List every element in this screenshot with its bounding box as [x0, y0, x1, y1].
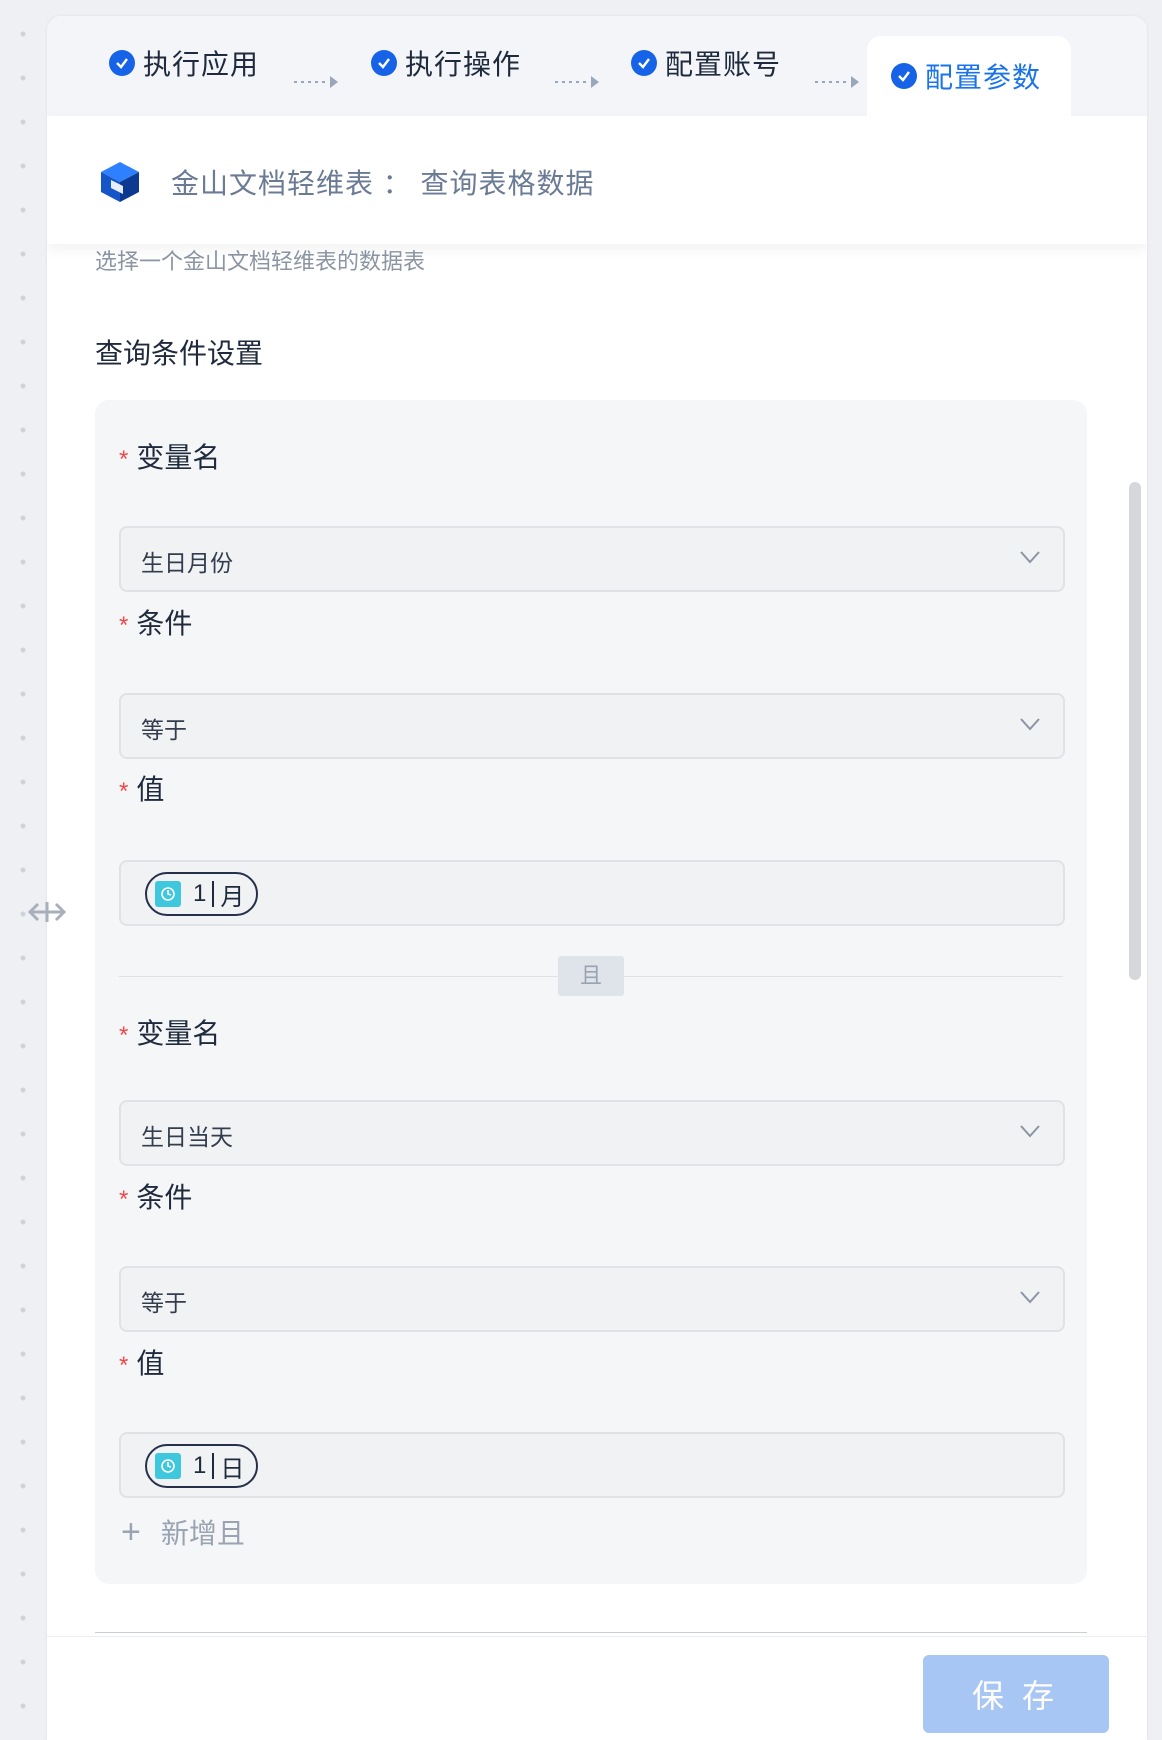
plus-icon: +: [121, 1512, 141, 1551]
conditions-box: * 变量名 生日月份 * 条件 等于 * 值 1 月 且 * 变量名 生日当天 …: [95, 400, 1087, 1584]
chevron-down-icon: [1020, 551, 1040, 564]
step-label: 执行应用: [143, 49, 260, 80]
step-label: 配置账号: [665, 49, 782, 80]
chevron-down-icon: [1020, 1291, 1040, 1304]
app-header: 金山文档轻维表 ： 查询表格数据: [47, 116, 1147, 244]
clock-icon: [155, 881, 181, 907]
check-circle-icon: [371, 50, 397, 76]
condition-select-value: 等于: [141, 1290, 187, 1316]
chevron-down-icon: [1020, 1125, 1040, 1138]
value-number: 1: [193, 880, 207, 907]
step-arrow-icon: [294, 76, 338, 88]
value-input[interactable]: 1 日: [119, 1432, 1065, 1498]
text-cursor: [212, 1453, 215, 1479]
app-action-title: 金山文档轻维表 ： 查询表格数据: [171, 168, 595, 199]
value-input[interactable]: 1 月: [119, 860, 1065, 926]
step-label: 配置参数: [925, 62, 1042, 93]
step-arrow-icon: [815, 76, 859, 88]
required-mark: *: [119, 1186, 129, 1213]
value-tag[interactable]: 1 日: [145, 1444, 259, 1488]
kdocs-app-logo-icon: [101, 162, 139, 202]
value-unit: 月: [220, 883, 245, 911]
variable-select-value: 生日月份: [141, 550, 233, 576]
check-circle-icon: [109, 50, 135, 76]
stepper: 执行应用 执行操作 配置账号 配置参数: [47, 16, 1147, 116]
value-unit: 日: [220, 1455, 245, 1483]
scrollbar-thumb[interactable]: [1129, 482, 1141, 980]
value-tag[interactable]: 1 月: [145, 872, 259, 916]
condition-label: * 条件: [119, 1182, 193, 1213]
table-description: 选择一个金山文档轻维表的数据表: [95, 249, 426, 274]
variable-select[interactable]: 生日当天: [119, 1100, 1065, 1166]
save-button[interactable]: 保存: [923, 1655, 1109, 1733]
section-separator: [95, 1632, 1087, 1633]
required-mark: *: [119, 612, 129, 639]
step-configure-params[interactable]: 配置参数: [867, 36, 1072, 116]
section-title: 查询条件设置: [95, 338, 264, 369]
variable-select[interactable]: 生日月份: [119, 526, 1065, 592]
chevron-down-icon: [1020, 718, 1040, 731]
footer-bar: 保存: [47, 1636, 1147, 1740]
condition-label: * 条件: [119, 608, 193, 639]
step-execute-action[interactable]: 执行操作: [371, 36, 521, 90]
check-circle-icon: [891, 63, 917, 89]
variable-select-value: 生日当天: [141, 1124, 233, 1150]
and-badge: 且: [558, 956, 624, 996]
clock-icon: [155, 1453, 181, 1479]
required-mark: *: [119, 778, 129, 805]
text-cursor: [212, 881, 215, 907]
check-circle-icon: [631, 50, 657, 76]
condition-select-value: 等于: [141, 717, 187, 743]
value-label: * 值: [119, 774, 165, 805]
step-label: 执行操作: [405, 49, 522, 80]
step-arrow-icon: [555, 76, 599, 88]
condition-select[interactable]: 等于: [119, 1266, 1065, 1332]
add-and-label: 新增且: [160, 1518, 245, 1549]
variable-label: * 变量名: [119, 1018, 221, 1049]
resize-handle-icon[interactable]: [26, 898, 68, 926]
step-execute-app[interactable]: 执行应用: [109, 36, 259, 90]
required-mark: *: [119, 1022, 129, 1049]
value-label: * 值: [119, 1348, 165, 1379]
step-configure-account[interactable]: 配置账号: [631, 36, 781, 90]
required-mark: *: [119, 446, 129, 473]
add-and-condition-button[interactable]: + 新增且: [121, 1512, 245, 1552]
variable-label: * 变量名: [119, 442, 221, 473]
canvas-dot-grid: [0, 0, 46, 1740]
condition-select[interactable]: 等于: [119, 693, 1065, 759]
value-number: 1: [193, 1452, 207, 1479]
config-panel: 执行应用 执行操作 配置账号 配置参数 金山文档轻维表 ： 查询表格数据 选择一…: [47, 16, 1147, 1740]
required-mark: *: [119, 1352, 129, 1379]
